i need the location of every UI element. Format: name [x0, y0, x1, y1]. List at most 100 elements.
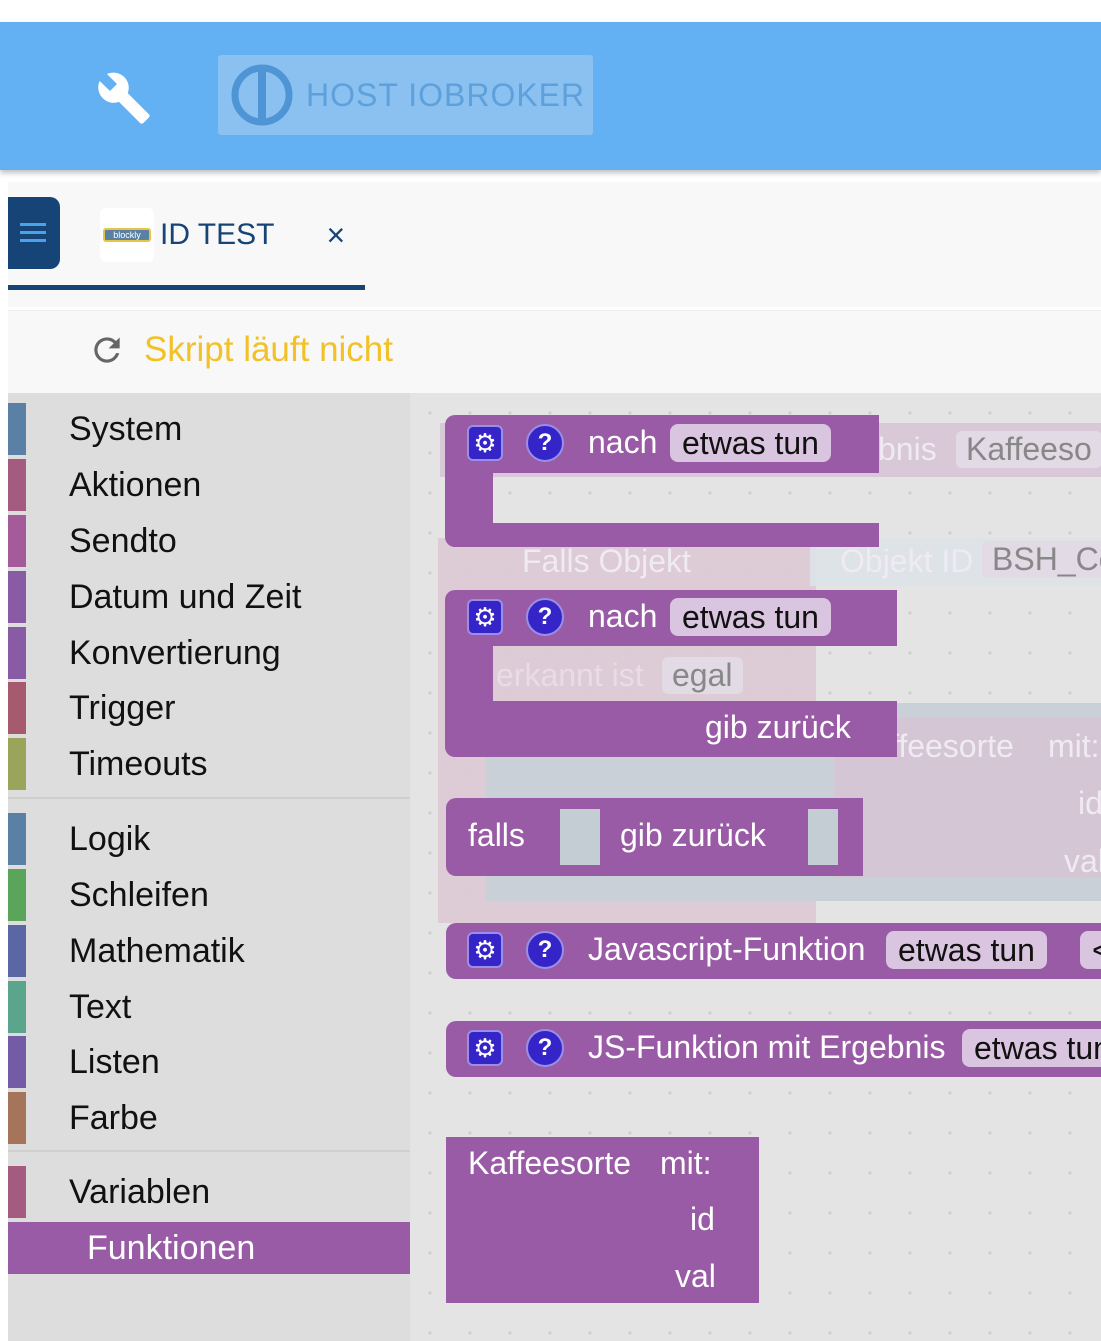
- reload-icon[interactable]: [88, 331, 126, 369]
- category-color-bar: [8, 627, 26, 679]
- category-variablen[interactable]: Variablen: [8, 1166, 410, 1218]
- hamburger-icon: [20, 223, 46, 242]
- block-label: Javascript-Funktion: [588, 931, 866, 967]
- category-label: Mathematik: [69, 931, 245, 970]
- top-app-bar: HOST IOBROKER: [0, 22, 1101, 170]
- category-color-bar: [8, 1166, 26, 1218]
- active-tab-indicator: [8, 285, 365, 290]
- ghost-text: erkannt ist: [496, 657, 644, 693]
- ghost-text: Objekt ID: [840, 543, 974, 579]
- category-label: Aktionen: [69, 465, 202, 504]
- blockly-icon: blockly: [100, 208, 154, 262]
- category-sendto[interactable]: Sendto: [8, 515, 410, 567]
- category-label: Listen: [69, 1042, 160, 1081]
- category-label: Datum und Zeit: [69, 577, 302, 616]
- category-color-bar: [8, 515, 26, 567]
- category-konvertierung[interactable]: Konvertierung: [8, 627, 410, 679]
- category-label: Sendto: [69, 521, 177, 560]
- host-label: HOST IOBROKER: [306, 76, 586, 113]
- close-icon[interactable]: ×: [326, 217, 345, 254]
- tab-id-test[interactable]: blockly ID TEST ×: [100, 205, 365, 265]
- name-field[interactable]: etwas tun: [670, 598, 831, 636]
- block-label: nach: [588, 424, 658, 460]
- block-label: nach: [588, 598, 658, 634]
- category-funktionen[interactable]: Funktionen: [8, 1222, 410, 1274]
- ghost-field: Kaffeeso: [956, 431, 1101, 468]
- category-trigger[interactable]: Trigger: [8, 682, 410, 734]
- script-status: Skript läuft nicht: [88, 330, 393, 370]
- category-color-bar: [8, 925, 26, 977]
- block-label: gib zurück: [705, 709, 851, 745]
- name-field[interactable]: etwas tun: [962, 1029, 1101, 1067]
- category-label: Logik: [69, 819, 151, 858]
- ghost-text: id: [1078, 785, 1101, 821]
- gear-icon[interactable]: ⚙: [467, 932, 503, 968]
- block-label: falls: [468, 817, 525, 853]
- tab-label: ID TEST: [160, 218, 275, 251]
- category-system[interactable]: System: [8, 403, 410, 455]
- category-color-bar: [8, 459, 26, 511]
- block-label: gib zurück: [620, 817, 766, 853]
- param-label: id: [690, 1201, 715, 1237]
- value-input[interactable]: [808, 809, 838, 865]
- category-farbe[interactable]: Farbe: [8, 1092, 410, 1144]
- flyout-workspace[interactable]: bnis Kaffeeso Falls Objekt Objekt ID BSH…: [410, 393, 1101, 1341]
- ghost-field: egal: [662, 657, 743, 694]
- ghost-text: Falls Objekt: [522, 543, 691, 579]
- ghost-text: ffeesorte: [890, 728, 1014, 764]
- status-text: Skript läuft nicht: [144, 330, 393, 369]
- category-label: Funktionen: [87, 1228, 256, 1267]
- category-schleifen[interactable]: Schleifen: [8, 869, 410, 921]
- name-field[interactable]: etwas tun: [886, 931, 1047, 969]
- category-label: Timeouts: [69, 744, 208, 783]
- category-logik[interactable]: Logik: [8, 813, 410, 865]
- gear-icon[interactable]: ⚙: [467, 425, 503, 461]
- help-icon[interactable]: ?: [526, 931, 564, 969]
- gear-icon[interactable]: ⚙: [467, 599, 503, 635]
- wrench-icon[interactable]: [96, 70, 152, 139]
- category-color-bar: [8, 682, 26, 734]
- block-label: JS-Funktion mit Ergebnis: [588, 1029, 946, 1065]
- ghost-text: val: [1064, 843, 1101, 879]
- category-color-bar: [8, 813, 26, 865]
- help-icon[interactable]: ?: [526, 1029, 564, 1067]
- category-color-bar: [8, 869, 26, 921]
- ghost-text: mit:: [1048, 728, 1100, 764]
- category-color-bar: [8, 981, 26, 1033]
- category-color-bar: [8, 403, 26, 455]
- category-color-bar: [8, 1036, 26, 1088]
- category-label: Text: [69, 987, 132, 1026]
- param-label: val: [675, 1258, 716, 1294]
- block-label: Kaffeesorte: [468, 1145, 632, 1181]
- menu-button[interactable]: [8, 197, 60, 269]
- category-color-bar: [8, 571, 26, 623]
- block-label: mit:: [660, 1145, 712, 1181]
- category-label: Konvertierung: [69, 633, 281, 672]
- ghost-field: BSH_Co: [982, 541, 1101, 578]
- gear-icon[interactable]: ⚙: [467, 1030, 503, 1066]
- divider: [8, 1150, 410, 1152]
- category-label: System: [69, 409, 183, 448]
- help-icon[interactable]: ?: [526, 598, 564, 636]
- category-listen[interactable]: Listen: [8, 1036, 410, 1088]
- category-text[interactable]: Text: [8, 981, 410, 1033]
- category-label: Schleifen: [69, 875, 209, 914]
- category-label: Trigger: [69, 688, 176, 727]
- category-label: Variablen: [69, 1172, 211, 1211]
- category-color-bar: [8, 1092, 26, 1144]
- category-timeouts[interactable]: Timeouts: [8, 738, 410, 790]
- category-color-bar: [8, 1222, 26, 1274]
- host-selector[interactable]: HOST IOBROKER: [218, 55, 593, 135]
- category-mathematik[interactable]: Mathematik: [8, 925, 410, 977]
- ghost-text: bnis: [878, 431, 937, 467]
- category-label: Farbe: [69, 1098, 158, 1137]
- category-aktionen[interactable]: Aktionen: [8, 459, 410, 511]
- name-field[interactable]: etwas tun: [670, 424, 831, 462]
- iobroker-logo-icon: [231, 64, 293, 126]
- help-icon[interactable]: ?: [526, 424, 564, 462]
- category-datum-und-zeit[interactable]: Datum und Zeit: [8, 571, 410, 623]
- category-color-bar: [8, 738, 26, 790]
- divider: [8, 797, 410, 799]
- condition-input[interactable]: [560, 809, 600, 865]
- code-field[interactable]: <: [1080, 931, 1101, 969]
